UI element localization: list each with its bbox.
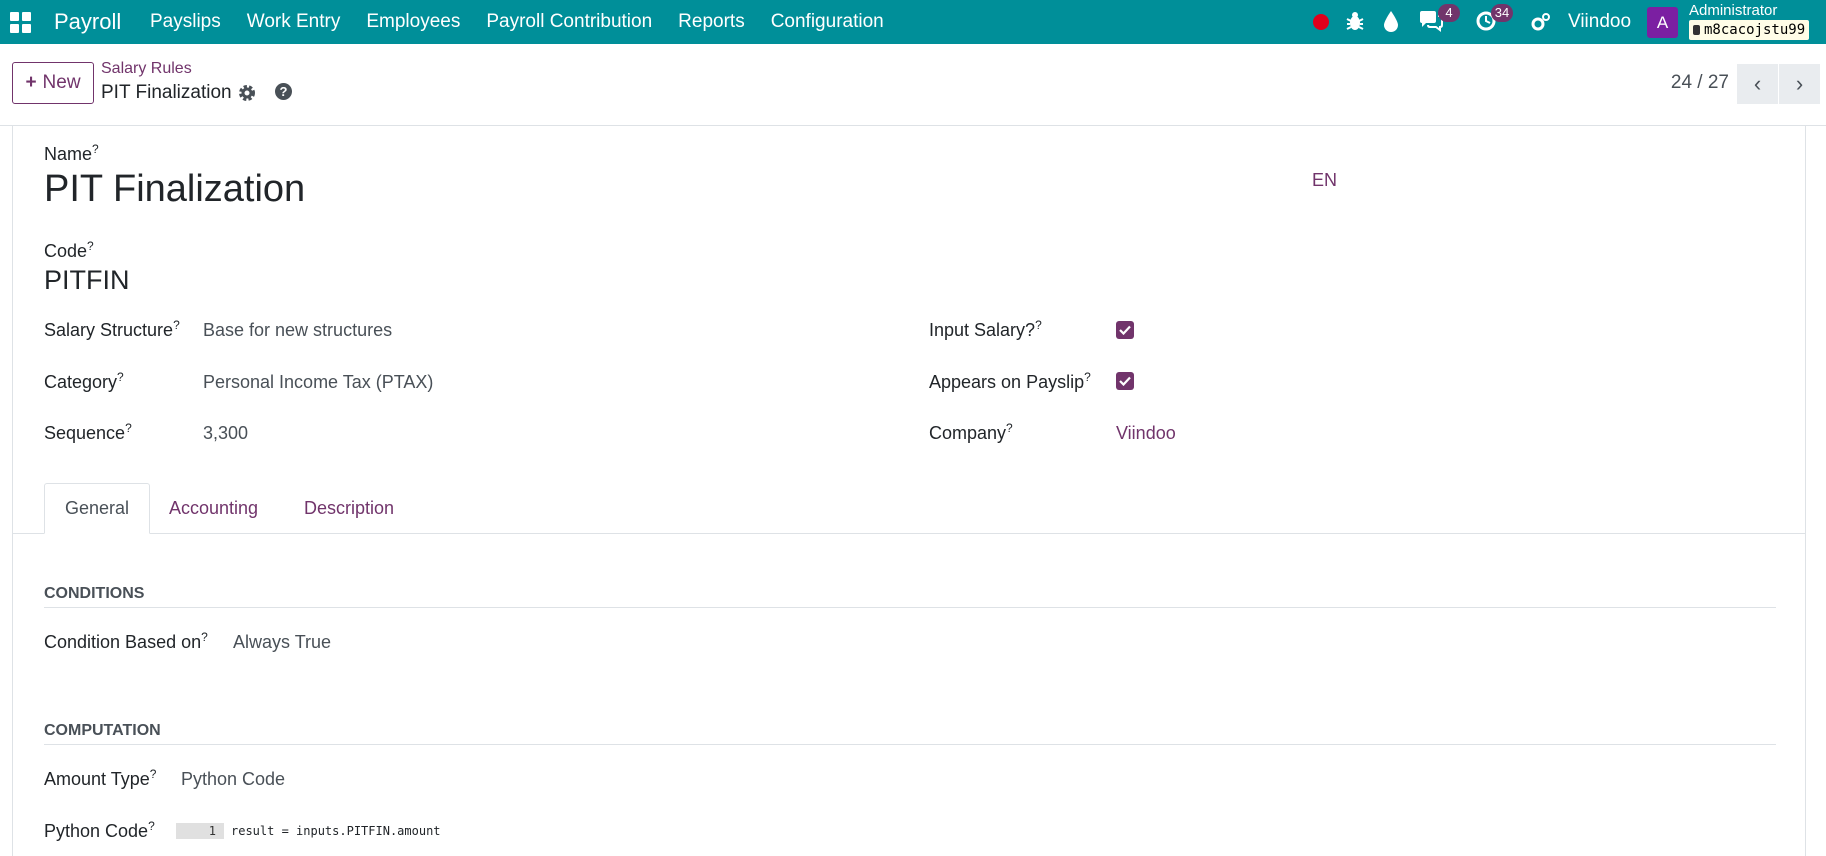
record-icon[interactable] [1313,14,1329,30]
new-button-label: New [42,72,81,93]
menu-configuration[interactable]: Configuration [771,11,884,33]
tabs-divider [13,533,1805,534]
settings-gears-icon[interactable] [1530,11,1552,39]
python-code-label: Python Code? [44,819,155,841]
app-name[interactable]: Payroll [54,0,121,44]
checkmark-icon [1119,325,1131,335]
checkmark-icon [1119,376,1131,386]
appears-on-payslip-checkbox[interactable] [1116,372,1134,390]
category-field[interactable]: Personal Income Tax (PTAX) [203,372,433,393]
form-sheet: Name? PIT Finalization EN Code? PITFIN S… [12,126,1806,856]
tab-accounting[interactable]: Accounting [149,483,278,533]
activity-count-badge: 34 [1491,4,1513,22]
appears-on-payslip-label: Appears on Payslip? [929,370,1091,392]
code-label: Code? [44,239,94,261]
name-label: Name? [44,142,99,164]
computation-section-title: COMPUTATION [44,722,1776,745]
tab-general[interactable]: General [44,483,151,534]
pager-value[interactable]: 24 / 27 [1671,72,1729,94]
user-name[interactable]: Administrator [1689,2,1777,19]
code-line-number: 1 [176,823,224,839]
theme-drop-icon[interactable] [1383,10,1399,38]
menu-reports[interactable]: Reports [678,11,745,33]
tab-description[interactable]: Description [284,483,414,533]
code-field[interactable]: PITFIN [44,265,130,296]
input-salary-label: Input Salary?? [929,318,1042,340]
menu-work-entry[interactable]: Work Entry [247,11,341,33]
amount-type-label: Amount Type? [44,767,157,789]
database-badge: m8cacojstu99 [1689,20,1810,40]
salary-structure-field[interactable]: Base for new structures [203,320,392,341]
database-name: m8cacojstu99 [1704,22,1806,38]
breadcrumb-parent[interactable]: Salary Rules [101,60,192,78]
avatar[interactable]: A [1647,7,1678,38]
database-icon [1693,25,1700,35]
category-label: Category? [44,370,124,392]
amount-type-field[interactable]: Python Code [181,769,285,790]
sequence-label: Sequence? [44,421,132,443]
name-field[interactable]: PIT Finalization [44,168,305,211]
plus-icon: + [25,72,37,93]
company-switcher[interactable]: Viindoo [1568,0,1631,44]
menu-payslips[interactable]: Payslips [150,11,221,33]
app-menu-icon[interactable] [10,0,32,44]
company-field[interactable]: Viindoo [1116,423,1176,444]
gear-icon[interactable] [238,84,256,108]
conditions-section-title: CONDITIONS [44,585,1776,608]
top-navbar: Payroll Payslips Work Entry Employees Pa… [0,0,1826,44]
sequence-field[interactable]: 3,300 [203,423,248,444]
main-menu: Payslips Work Entry Employees Payroll Co… [150,0,910,44]
company-label: Company? [929,421,1013,443]
breadcrumb-current: PIT Finalization [101,82,232,103]
new-button[interactable]: + New [12,62,94,104]
chat-count-badge: 4 [1438,4,1460,22]
condition-based-on-field[interactable]: Always True [233,632,331,653]
language-button[interactable]: EN [1312,170,1337,191]
condition-based-on-label: Condition Based on? [44,630,208,652]
salary-structure-label: Salary Structure? [44,318,180,340]
python-code-editor[interactable]: result = inputs.PITFIN.amount [231,823,441,839]
pager-previous-button[interactable]: ‹ [1737,64,1778,104]
menu-payroll-contribution[interactable]: Payroll Contribution [486,11,652,33]
pager-next-button[interactable]: › [1779,64,1820,104]
help-icon[interactable]: ? [275,83,292,100]
input-salary-checkbox[interactable] [1116,321,1134,339]
menu-employees[interactable]: Employees [366,11,460,33]
chevron-right-icon: › [1795,71,1804,96]
control-panel: + New Salary Rules PIT Finalization ? 24… [0,44,1826,126]
bug-icon[interactable] [1345,10,1365,38]
chevron-left-icon: ‹ [1753,71,1762,96]
